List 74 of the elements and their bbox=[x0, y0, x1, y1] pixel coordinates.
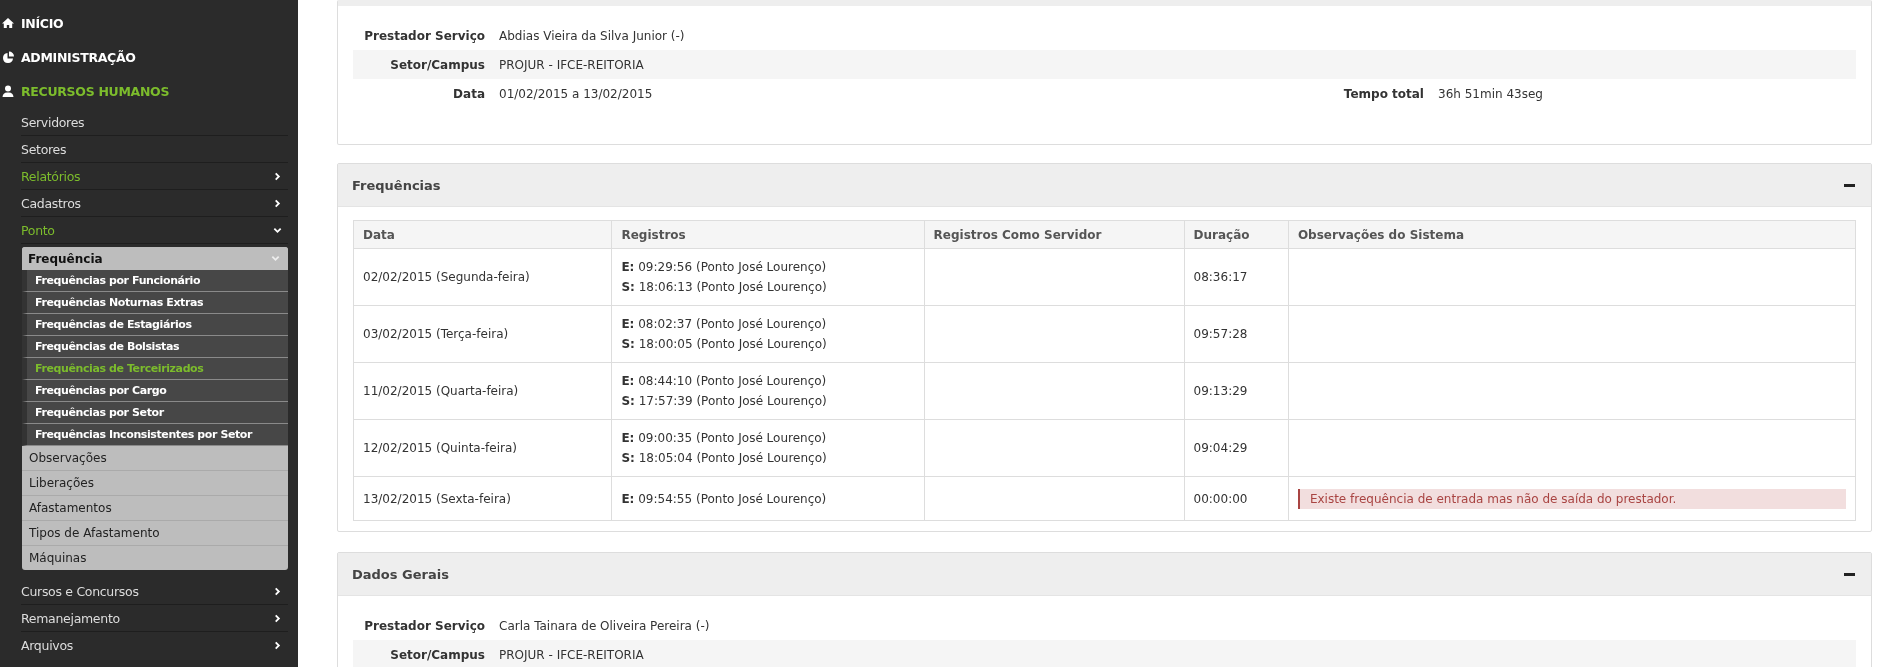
record-entry: E: 09:00:35 (Ponto José Lourenço) bbox=[621, 430, 828, 447]
nav-item[interactable]: INÍCIO bbox=[0, 13, 298, 33]
sidebar-item[interactable]: Cadastros bbox=[21, 190, 288, 217]
submenu-item[interactable]: Liberações bbox=[22, 471, 288, 496]
submenu-item[interactable]: Tipos de Afastamento bbox=[22, 521, 288, 546]
collapse-icon[interactable] bbox=[1844, 572, 1855, 576]
record-entry: S: 17:57:39 (Ponto José Lourenço) bbox=[621, 393, 828, 410]
card-title: Frequências bbox=[352, 177, 441, 193]
table-cell: 00:00:00 bbox=[1184, 476, 1289, 521]
field-label: Setor/Campus bbox=[389, 647, 485, 662]
sidebar-item[interactable]: Remanejamento bbox=[21, 605, 288, 632]
field-value: Abdias Vieira da Silva Junior (-) bbox=[499, 28, 686, 43]
record-entry: S: 18:00:05 (Ponto José Lourenço) bbox=[621, 336, 828, 353]
field-value: PROJUR - IFCE-REITORIA bbox=[499, 647, 645, 662]
chevron-right-icon bbox=[273, 586, 282, 596]
column-header: Observações do Sistema bbox=[1288, 220, 1856, 249]
sidebar-item[interactable]: Ponto bbox=[21, 217, 288, 244]
column-header: Registros Como Servidor bbox=[924, 220, 1185, 249]
record-entry: E: 09:29:56 (Ponto José Lourenço) bbox=[621, 259, 828, 276]
user-icon bbox=[2, 85, 14, 97]
table-cell: 13/02/2015 (Sexta-feira) bbox=[353, 476, 612, 521]
record-entry: S: 18:05:04 (Ponto José Lourenço) bbox=[621, 450, 828, 467]
chevron-right-icon bbox=[273, 640, 282, 650]
table-cell: 03/02/2015 (Terça-feira) bbox=[353, 305, 612, 363]
nav-item[interactable]: RECURSOS HUMANOS bbox=[0, 81, 298, 101]
submenu-link[interactable]: Frequências por Setor bbox=[22, 402, 288, 424]
submenu-link[interactable]: Frequências por Cargo bbox=[22, 380, 288, 402]
submenu-link[interactable]: Frequências de Bolsistas bbox=[22, 336, 288, 358]
field-value: 36h 51min 43seg bbox=[1438, 86, 1544, 101]
field-value: Carla Tainara de Oliveira Pereira (-) bbox=[499, 618, 711, 633]
table-cell: 09:57:28 bbox=[1184, 305, 1289, 363]
field-value: 01/02/2015 a 13/02/2015 bbox=[499, 86, 654, 101]
submenu-link[interactable]: Frequências por Funcionário bbox=[22, 270, 288, 292]
collapse-icon[interactable] bbox=[1844, 183, 1855, 187]
field-label: Tempo total bbox=[1342, 86, 1424, 101]
chevron-down-icon bbox=[271, 254, 280, 263]
submenu-link[interactable]: Frequências Noturnas Extras bbox=[22, 292, 288, 314]
sidebar-item[interactable]: Cursos e Concursos bbox=[21, 578, 288, 605]
table-cell: 11/02/2015 (Quarta-feira) bbox=[353, 362, 612, 420]
submenu-link[interactable]: Frequências de Terceirizados bbox=[22, 358, 288, 380]
table-cell: 12/02/2015 (Quinta-feira) bbox=[353, 419, 612, 477]
field-value: PROJUR - IFCE-REITORIA bbox=[499, 57, 645, 72]
table-cell: 08:36:17 bbox=[1184, 248, 1289, 306]
record-entry: E: 09:54:55 (Ponto José Lourenço) bbox=[621, 490, 828, 508]
column-header: Duração bbox=[1184, 220, 1289, 249]
submenu-item[interactable]: Observações bbox=[22, 446, 288, 471]
submenu-item[interactable]: Máquinas bbox=[22, 546, 288, 570]
submenu-link[interactable]: Frequências de Estagiários bbox=[22, 314, 288, 336]
chevron-right-icon bbox=[273, 198, 282, 208]
sidebar-item[interactable]: Relatórios bbox=[21, 163, 288, 190]
chevron-right-icon bbox=[273, 171, 282, 181]
field-label: Setor/Campus bbox=[389, 57, 485, 72]
field-label: Data bbox=[452, 86, 485, 101]
error-alert: Existe frequência de entrada mas não de saída do prestador. bbox=[1297, 488, 1846, 509]
column-header: Data bbox=[353, 220, 612, 249]
sidebar-item[interactable]: Arquivos bbox=[21, 632, 288, 658]
table-cell: 09:04:29 bbox=[1184, 419, 1289, 477]
nav-item[interactable]: ADMINISTRAÇÃO bbox=[0, 47, 298, 67]
chevron-right-icon bbox=[273, 613, 282, 623]
column-header: Registros bbox=[611, 220, 925, 249]
record-entry: E: 08:02:37 (Ponto José Lourenço) bbox=[621, 316, 828, 333]
table-cell: 09:13:29 bbox=[1184, 362, 1289, 420]
record-entry: E: 08:44:10 (Ponto José Lourenço) bbox=[621, 373, 828, 390]
record-entry: S: 18:06:13 (Ponto José Lourenço) bbox=[621, 279, 828, 296]
field-label: Prestador Serviço bbox=[363, 618, 485, 633]
sidebar-item[interactable]: Setores bbox=[21, 136, 288, 163]
submenu-item[interactable]: Afastamentos bbox=[22, 496, 288, 521]
home-icon bbox=[2, 17, 14, 29]
card-title: Dados Gerais bbox=[352, 566, 449, 582]
sidebar-item[interactable]: Servidores bbox=[21, 109, 288, 136]
submenu-link[interactable]: Frequências Inconsistentes por Setor bbox=[22, 424, 288, 446]
pie-chart-icon bbox=[2, 51, 14, 63]
field-label: Prestador Serviço bbox=[363, 28, 485, 43]
table-cell: 02/02/2015 (Segunda-feira) bbox=[353, 248, 612, 306]
